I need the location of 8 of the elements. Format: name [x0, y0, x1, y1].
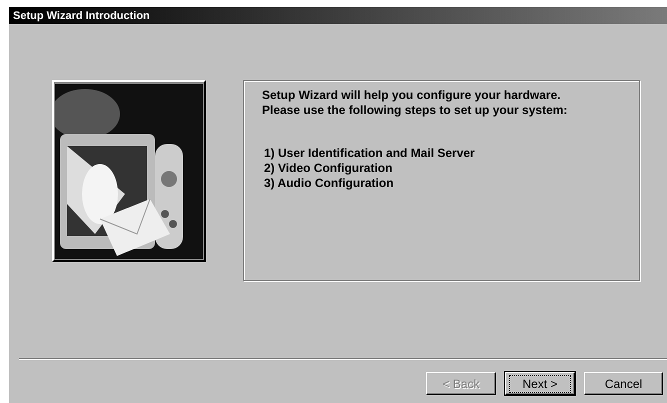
step-item: 1) User Identification and Mail Server	[264, 146, 476, 161]
wizard-button[interactable]: Next >	[505, 372, 575, 395]
step-item: 3) Audio Configuration	[264, 176, 395, 191]
wizard-button[interactable]: Cancel	[584, 372, 663, 395]
intro-text: Setup Wizard will help you configure your hardware.	[262, 88, 562, 103]
intro-text: Please use the following steps to set up your system:	[262, 103, 568, 118]
step-item: 2) Video Configuration	[264, 161, 394, 176]
window-title: Setup Wizard Introduction	[13, 10, 150, 22]
